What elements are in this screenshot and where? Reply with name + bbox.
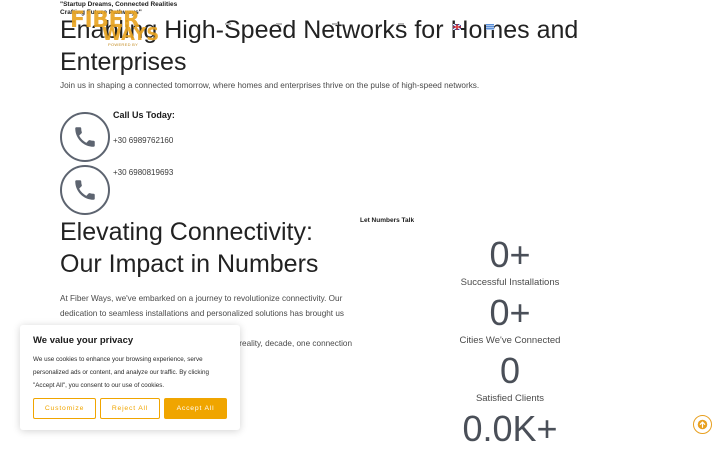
stat-value-cities: 0+ [489, 292, 531, 333]
stat-label-cities: Cities We've Connected [459, 335, 561, 346]
stat-value-4: 0.0K+ [462, 408, 558, 449]
nav-item[interactable] [332, 23, 338, 25]
cookie-body: We use cookies to enhance your browsing … [33, 356, 209, 389]
scroll-to-top-button[interactable] [693, 415, 712, 434]
phone-icon[interactable] [60, 112, 110, 162]
call-us-title: Call Us Today: [113, 110, 175, 120]
impact-title: Elevating Connectivity: Our Impact in Nu… [60, 218, 319, 278]
phone-number-1[interactable]: +30 6989762160 [113, 136, 173, 145]
phone-glyph-icon [75, 180, 95, 200]
arrow-up-icon [697, 419, 708, 430]
nav-item[interactable] [398, 23, 404, 25]
stat-value-installations: 0+ [489, 234, 531, 275]
stat-label-clients: Satisfied Clients [475, 393, 545, 404]
cookie-consent-banner: We value your privacy We use cookies to … [20, 325, 240, 430]
site-logo[interactable]: FIBER WAYS POWERED BY [62, 10, 160, 48]
hero-subtitle: Join us in shaping a connected tomorrow,… [60, 81, 480, 90]
flag-gr-icon[interactable] [486, 24, 494, 30]
phone-icon[interactable] [60, 165, 110, 215]
phone-number-2[interactable]: +30 6980819693 [113, 168, 173, 177]
nav-item[interactable] [276, 23, 282, 25]
stats-heading: Let Numbers Talk [360, 217, 415, 224]
accept-all-button[interactable]: Accept All [164, 398, 227, 419]
flag-en-icon[interactable] [453, 24, 461, 30]
stat-label-installations: Successful Installations [460, 277, 560, 288]
cookie-title: We value your privacy [33, 335, 134, 346]
stat-value-clients: 0 [499, 350, 521, 391]
customize-button[interactable]: Customize [33, 398, 96, 419]
phone-glyph-icon [75, 127, 95, 147]
reject-all-button[interactable]: Reject All [100, 398, 160, 419]
logo-subtext: POWERED BY [108, 42, 139, 47]
impact-body-line: At Fiber Ways, we've embarked on a journ… [60, 294, 343, 303]
nav-item[interactable] [225, 23, 231, 25]
